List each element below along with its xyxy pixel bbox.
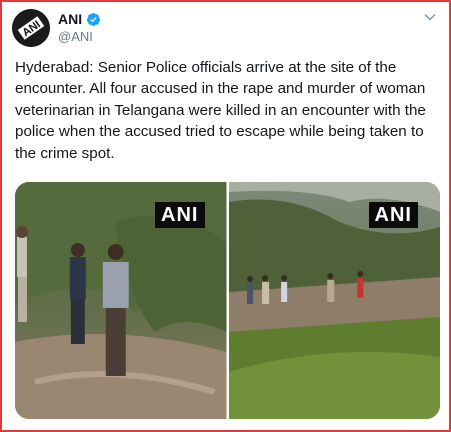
ani-watermark: ANI <box>368 202 418 228</box>
display-name[interactable]: ANI <box>58 11 82 27</box>
tweet-text: Hyderabad: Senior Police officials arriv… <box>15 59 426 162</box>
chevron-down-icon[interactable] <box>423 10 437 24</box>
author-name-row: ANI <box>58 11 101 27</box>
ani-watermark: ANI <box>155 202 205 228</box>
photo-left[interactable]: ANI <box>15 182 227 419</box>
verified-badge-icon <box>86 12 101 27</box>
author-handle[interactable]: @ANI <box>58 29 93 44</box>
photo-right[interactable]: ANI <box>228 182 440 419</box>
ani-logo-icon[interactable]: ANI <box>12 9 50 47</box>
tweet-media-grid: ANI ANI <box>15 182 440 419</box>
tweet-card: ANI ANI @ANI Hyderabad: Senior Police of… <box>0 0 451 432</box>
